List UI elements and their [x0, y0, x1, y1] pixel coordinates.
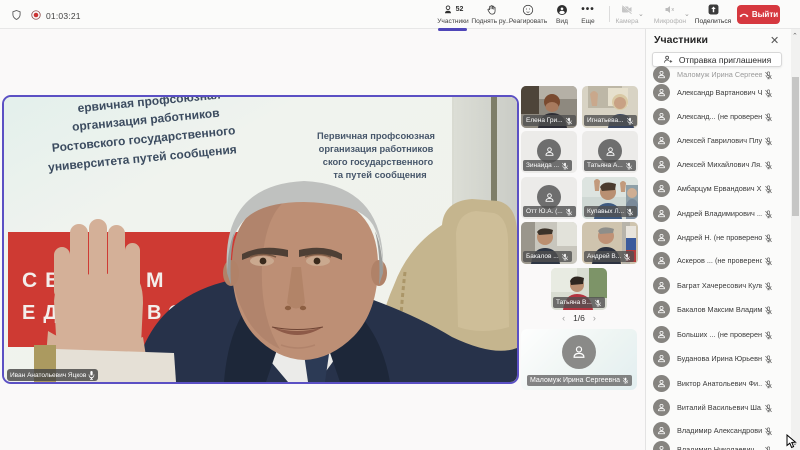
- svg-text:организация работников: организация работников: [319, 144, 434, 154]
- svg-text:М: М: [146, 269, 164, 292]
- svg-text:Первичная профсоюзная: Первичная профсоюзная: [317, 131, 435, 141]
- svg-text:та путей сообщения: та путей сообщения: [333, 170, 426, 180]
- svg-text:ского государственного: ского государственного: [323, 157, 434, 167]
